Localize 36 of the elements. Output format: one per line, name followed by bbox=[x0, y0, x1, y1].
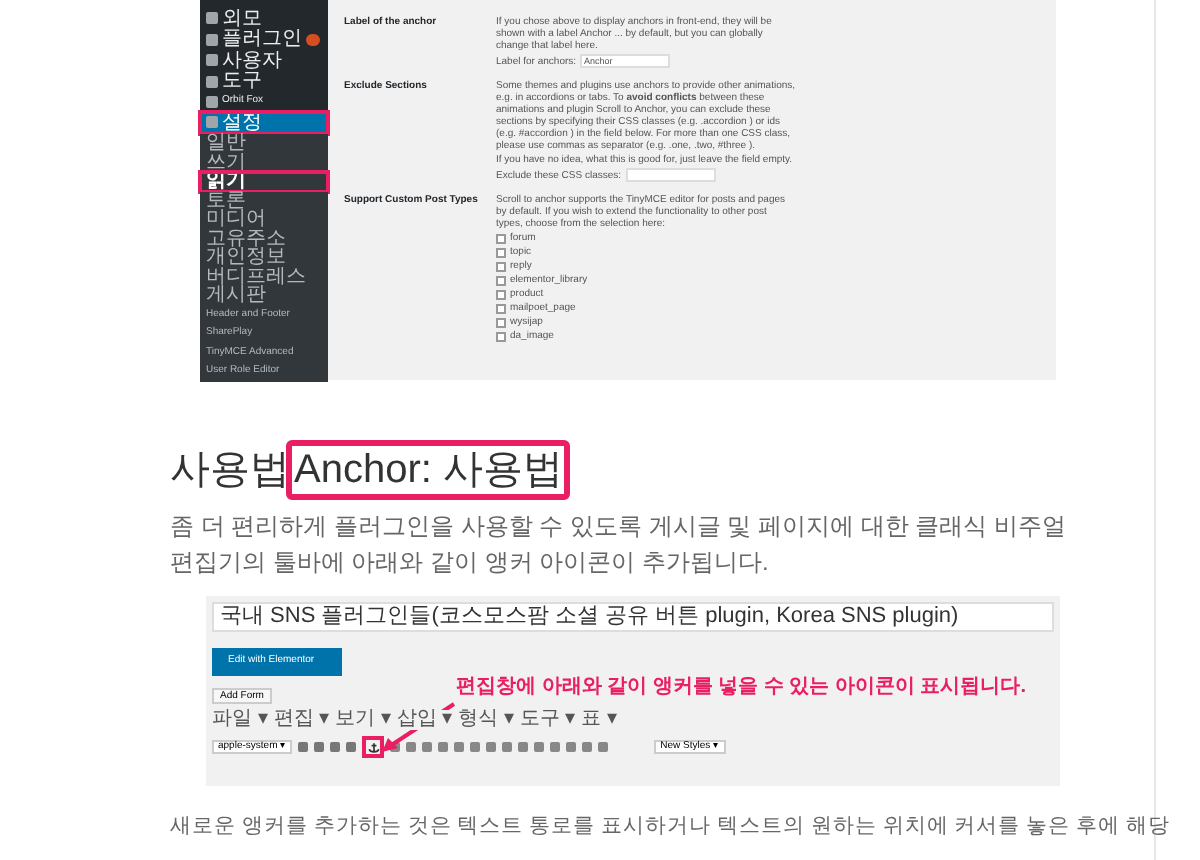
sidebar-item[interactable]: 사용자 bbox=[200, 50, 328, 71]
checkbox[interactable] bbox=[496, 303, 506, 313]
sidebar-item[interactable]: 일반 bbox=[200, 134, 328, 153]
sidebar-item[interactable]: 플러그인 bbox=[200, 29, 328, 50]
annotation-text: 편집창에 아래와 같이 앵커를 넣을 수 있는 아이콘이 표시됩니다. bbox=[456, 676, 1027, 700]
annotation-arrow bbox=[382, 702, 456, 752]
text-field[interactable] bbox=[625, 168, 716, 182]
sidebar-item[interactable]: 외모 bbox=[200, 8, 328, 29]
checkbox[interactable] bbox=[496, 261, 506, 271]
menu-item[interactable]: 편집 ▾ bbox=[273, 710, 330, 730]
checkbox[interactable] bbox=[496, 331, 506, 341]
body-paragraph: 새로운 앵커를 추가하는 것은 텍스트 통로를 표시하거나 텍스트의 원하는 위치에 커서를 놓은 후에 해당 bbox=[170, 812, 1170, 842]
menu-item[interactable]: 삽입 ▾ bbox=[396, 710, 453, 730]
menu-item[interactable]: 보기 ▾ bbox=[335, 710, 391, 730]
post-title-field[interactable]: 국내 SNS 플러그인들(코스모스팜 소셜 공유 버튼 plugin, Korea SNS plugin) bbox=[212, 602, 1054, 632]
checkbox[interactable] bbox=[496, 275, 506, 285]
checkbox[interactable] bbox=[496, 289, 506, 299]
sidebar-item[interactable]: 고유주소 bbox=[200, 229, 328, 248]
sidebar-item[interactable]: 미디어 bbox=[200, 210, 328, 229]
highlighted-heading: Anchor: 사용법 bbox=[286, 440, 571, 500]
sidebar-item[interactable]: 설정 bbox=[200, 111, 328, 134]
checkbox[interactable] bbox=[496, 317, 506, 327]
menu-item[interactable]: 도구 ▾ bbox=[519, 710, 576, 730]
sidebar-item[interactable]: 도구 bbox=[200, 71, 328, 92]
sidebar-item[interactable]: 개인정보 bbox=[200, 248, 328, 267]
menu-item[interactable]: 형식 ▾ bbox=[458, 710, 514, 730]
menu-item[interactable]: 표 ▾ bbox=[581, 710, 617, 730]
checkbox[interactable] bbox=[496, 247, 506, 257]
sidebar-item[interactable]: 게시판 bbox=[200, 286, 328, 305]
section-heading: 사용법 bbox=[170, 446, 290, 494]
sidebar-item[interactable]: 토론 bbox=[200, 191, 328, 210]
intro-paragraph: 좀 더 편리하게 플러그인을 사용할 수 있도록 게시글 및 페이지에 대한 클래식 비주얼 편집기의 툴바에 아래와 같이 앵커 아이콘이 추가됩니다. bbox=[170, 510, 1069, 580]
sidebar-item[interactable]: 버디프레스 bbox=[200, 267, 328, 286]
anchor-icon bbox=[367, 741, 380, 753]
menu-item[interactable]: 파일 ▾ bbox=[212, 710, 268, 730]
checkbox[interactable] bbox=[496, 233, 506, 243]
